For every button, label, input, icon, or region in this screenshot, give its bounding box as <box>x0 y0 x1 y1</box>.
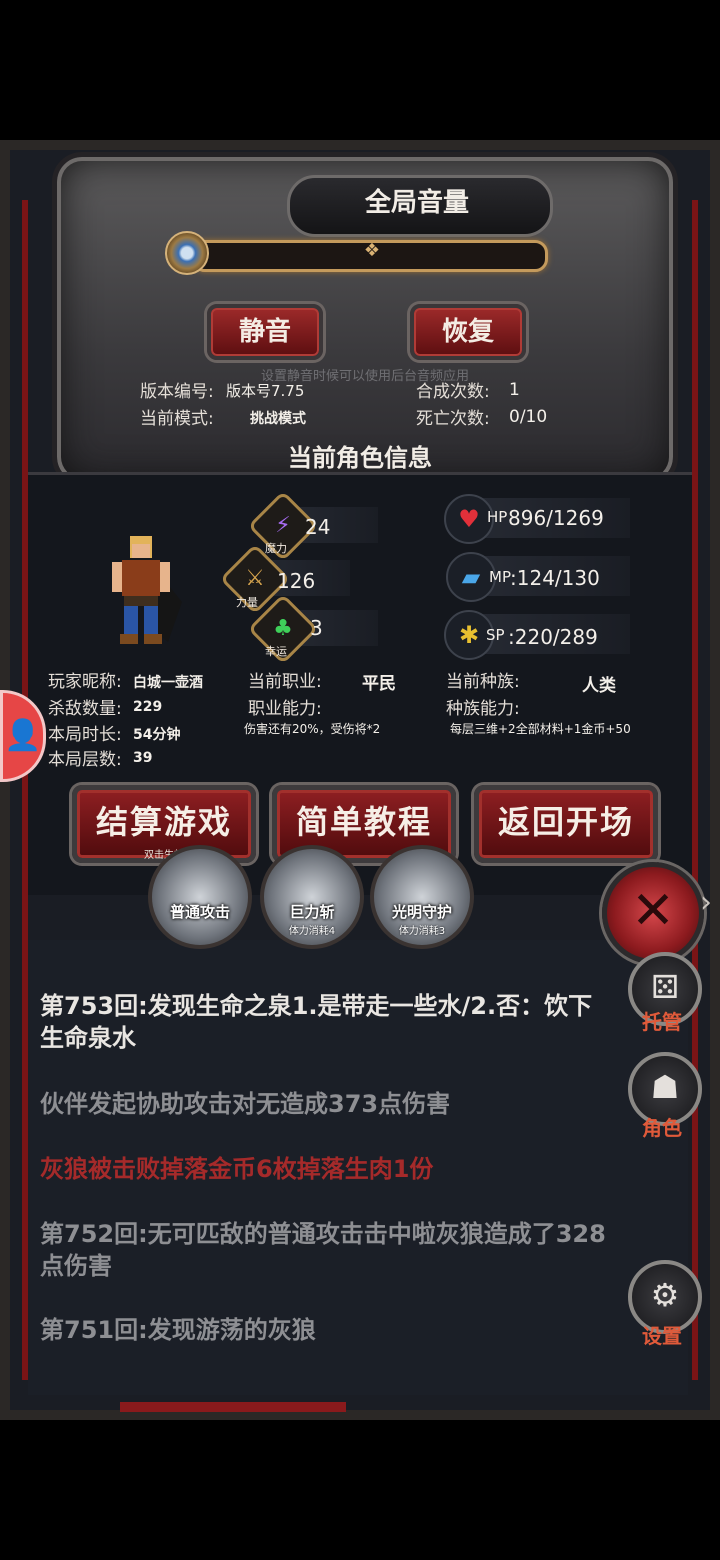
race-value: 人类 <box>582 676 616 696</box>
floors-label: 本局层数: <box>48 750 122 770</box>
race-label: 当前种族: <box>446 672 520 692</box>
volume-panel: 全局音量 ❖ 静音 恢复 设置静音时候可以使用后台音频应用 <box>52 152 678 487</box>
mp-prefix: MP <box>489 568 511 586</box>
skill-normal-attack[interactable]: 普通攻击 <box>148 845 252 949</box>
craft-count-label: 合成次数: <box>416 382 490 402</box>
luck-value: 3 <box>310 616 323 640</box>
log-line: 第752回:无可匹敌的普通攻击击中啦灰狼造成了328点伤害 <box>40 1220 606 1280</box>
job-value: 平民 <box>362 674 396 694</box>
craft-count-value: 1 <box>509 380 520 400</box>
mute-button[interactable]: 静音 <box>207 304 323 360</box>
mp-value: :124/130 <box>510 566 600 590</box>
user-icon: 👤 <box>4 718 42 753</box>
mode-value: 挑战模式 <box>250 411 306 427</box>
hp-prefix: HP <box>487 508 508 526</box>
character-sprite <box>112 536 182 644</box>
strength-value: 126 <box>277 569 316 593</box>
duration-label: 本局时长: <box>48 725 122 745</box>
skill-cost: 体力消耗4 <box>288 926 336 937</box>
close-menu-button[interactable]: ✕ <box>602 862 704 964</box>
kills-value: 229 <box>133 699 163 715</box>
hp-value: 896/1269 <box>508 506 604 530</box>
version-value: 版本号7.75 <box>226 382 305 400</box>
volume-slider-handle[interactable] <box>165 231 209 275</box>
skill-cost: 体力消耗3 <box>398 926 446 937</box>
job-ability-value: 伤害还有20%，受伤将*2 <box>244 722 381 736</box>
settings-label[interactable]: 设置 <box>622 1320 702 1349</box>
duration-value: 54分钟 <box>133 727 181 743</box>
role-label[interactable]: 角色 <box>622 1112 702 1141</box>
battle-log[interactable]: 第753回:发现生命之泉1.是带走一些水/2.否：饮下生命泉水 伙伴发起协助攻击… <box>28 940 688 1395</box>
magic-value: 24 <box>305 515 331 539</box>
log-line: 第753回:发现生命之泉1.是带走一些水/2.否：饮下生命泉水 <box>40 992 593 1052</box>
log-line: 第751回:发现游荡的灰狼 <box>40 1316 316 1344</box>
progress-bar-fill <box>120 1402 346 1412</box>
race-ability-value: 每层三维+2全部材料+1金币+50 <box>450 722 631 736</box>
job-label: 当前职业: <box>248 672 322 692</box>
character-section-title: 当前角色信息 <box>288 444 432 472</box>
chevron-right-icon[interactable]: › <box>700 885 712 920</box>
skill-name: 巨力斩 <box>289 903 335 921</box>
skill-name: 光明守护 <box>391 903 452 921</box>
death-count-label: 死亡次数: <box>416 409 490 429</box>
race-ability-label: 种族能力: <box>446 699 520 719</box>
floors-value: 39 <box>133 750 153 766</box>
slider-ornament-icon: ❖ <box>363 240 381 261</box>
version-label: 版本编号: <box>140 382 214 402</box>
skill-mighty-slash[interactable]: 巨力斩 体力消耗4 <box>260 845 364 949</box>
restore-button[interactable]: 恢复 <box>410 304 526 360</box>
skill-light-guard[interactable]: 光明守护 体力消耗3 <box>370 845 474 949</box>
auto-label[interactable]: 托管 <box>622 1006 702 1035</box>
nickname-value: 白城一壶酒 <box>133 675 203 691</box>
nickname-label: 玩家昵称: <box>48 672 122 692</box>
game-screen: 全局音量 ❖ 静音 恢复 设置静音时候可以使用后台音频应用 版本编号: 版本号7… <box>0 140 720 1420</box>
right-red-trim <box>692 200 698 1380</box>
volume-title: 全局音量 <box>364 188 469 218</box>
luck-label: 幸运 <box>265 645 287 658</box>
job-ability-label: 职业能力: <box>248 699 322 719</box>
mode-label: 当前模式: <box>140 409 214 429</box>
skill-name: 普通攻击 <box>169 903 230 921</box>
kills-label: 杀敌数量: <box>48 699 122 719</box>
return-start-button[interactable]: 返回开场 <box>474 785 658 863</box>
sp-value: :220/289 <box>508 625 598 649</box>
sp-prefix: SP <box>486 626 505 644</box>
log-line: 灰狼被击败掉落金币6枚掉落生肉1份 <box>40 1155 434 1183</box>
death-count-value: 0/10 <box>509 407 548 427</box>
close-icon: ✕ <box>631 881 675 941</box>
magic-label: 魔力 <box>265 542 287 555</box>
log-line: 伙伴发起协助攻击对无造成373点伤害 <box>40 1090 451 1118</box>
strength-label: 力量 <box>236 596 258 609</box>
